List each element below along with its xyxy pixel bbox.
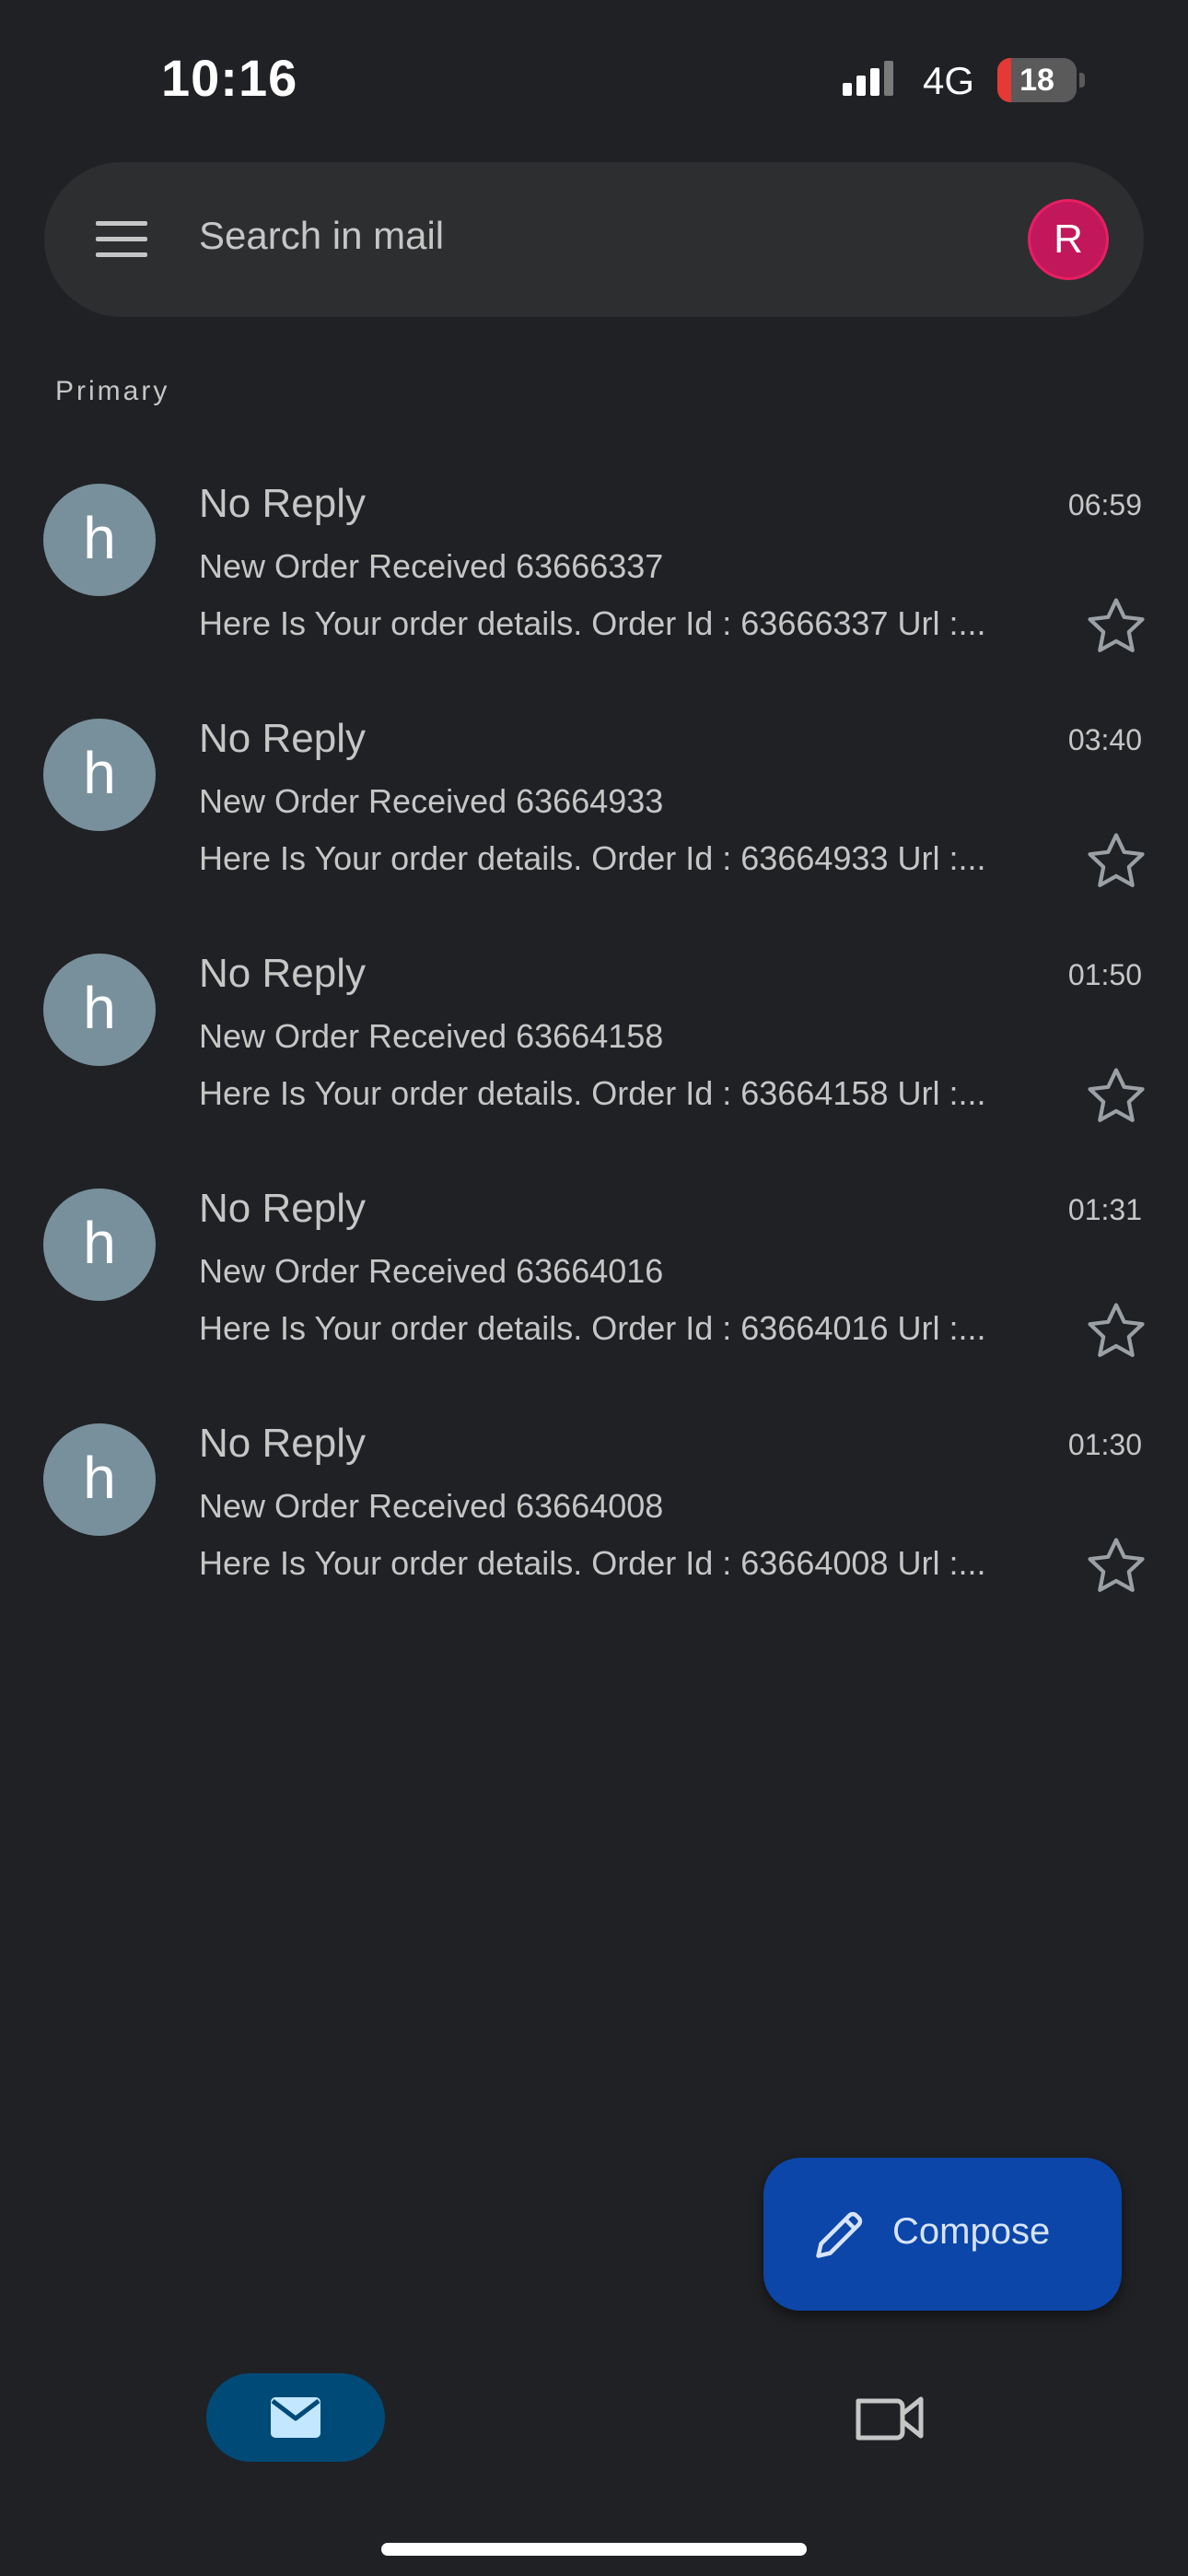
email-time: 01:30 <box>1067 1428 1142 1461</box>
email-subject: New Order Received 63664008 <box>199 1487 664 1525</box>
gmail-inbox-screen: 10:16 4G 18 Search in mail R Primary h N… <box>0 0 1188 2576</box>
status-bar: 10:16 4G 18 <box>0 0 1188 157</box>
email-snippet: Here Is Your order details. Order Id : 6… <box>199 1544 986 1582</box>
email-subject: New Order Received 63666337 <box>199 547 664 585</box>
email-row[interactable]: h No Reply 06:59 New Order Received 6366… <box>0 433 1188 668</box>
email-time: 01:31 <box>1067 1193 1142 1226</box>
email-snippet: Here Is Your order details. Order Id : 6… <box>199 604 986 642</box>
email-time: 01:50 <box>1067 958 1142 991</box>
sender-avatar: h <box>43 1188 156 1301</box>
compose-button[interactable]: Compose <box>763 2158 1122 2311</box>
sender-name: No Reply <box>199 481 366 526</box>
star-icon[interactable] <box>1083 593 1149 660</box>
status-time: 10:16 <box>161 49 298 107</box>
star-icon[interactable] <box>1083 1063 1149 1130</box>
cellular-signal-icon <box>843 61 893 96</box>
battery-cap <box>1079 73 1085 88</box>
mail-icon <box>271 2397 320 2438</box>
battery-percentage: 18 <box>1019 63 1054 98</box>
nav-mail-tab[interactable] <box>206 2373 385 2462</box>
section-label-primary: Primary <box>55 376 170 406</box>
battery-body: 18 <box>997 58 1077 102</box>
sender-name: No Reply <box>199 1421 366 1466</box>
account-avatar[interactable]: R <box>1028 199 1109 280</box>
sender-avatar: h <box>43 1423 156 1536</box>
sender-avatar: h <box>43 484 156 596</box>
compose-label: Compose <box>892 2211 1051 2252</box>
battery-icon: 18 <box>997 58 1086 102</box>
pencil-icon <box>816 2211 863 2258</box>
network-type-label: 4G <box>923 59 975 102</box>
email-subject: New Order Received 63664158 <box>199 1017 664 1055</box>
email-time: 03:40 <box>1067 723 1142 756</box>
email-subject: New Order Received 63664016 <box>199 1252 664 1290</box>
sender-name: No Reply <box>199 951 366 996</box>
search-input[interactable]: Search in mail <box>199 214 444 258</box>
email-row[interactable]: h No Reply 01:30 New Order Received 6366… <box>0 1373 1188 1608</box>
sender-avatar: h <box>43 719 156 831</box>
star-icon[interactable] <box>1083 1298 1149 1364</box>
email-snippet: Here Is Your order details. Order Id : 6… <box>199 839 986 877</box>
star-icon[interactable] <box>1083 1533 1149 1599</box>
sender-name: No Reply <box>199 1186 366 1231</box>
email-time: 06:59 <box>1067 488 1142 521</box>
hamburger-menu-icon[interactable] <box>96 216 147 263</box>
bottom-navigation <box>0 2359 1188 2488</box>
email-subject: New Order Received 63664933 <box>199 782 664 820</box>
email-row[interactable]: h No Reply 03:40 New Order Received 6366… <box>0 668 1188 903</box>
video-camera-icon[interactable] <box>851 2383 928 2453</box>
home-indicator[interactable] <box>381 2543 807 2556</box>
search-bar[interactable]: Search in mail R <box>44 162 1144 317</box>
email-row[interactable]: h No Reply 01:31 New Order Received 6366… <box>0 1138 1188 1373</box>
email-snippet: Here Is Your order details. Order Id : 6… <box>199 1074 986 1112</box>
star-icon[interactable] <box>1083 828 1149 895</box>
email-snippet: Here Is Your order details. Order Id : 6… <box>199 1309 986 1347</box>
sender-name: No Reply <box>199 716 366 761</box>
sender-avatar: h <box>43 954 156 1066</box>
email-list: h No Reply 06:59 New Order Received 6366… <box>0 433 1188 1608</box>
email-row[interactable]: h No Reply 01:50 New Order Received 6366… <box>0 903 1188 1138</box>
